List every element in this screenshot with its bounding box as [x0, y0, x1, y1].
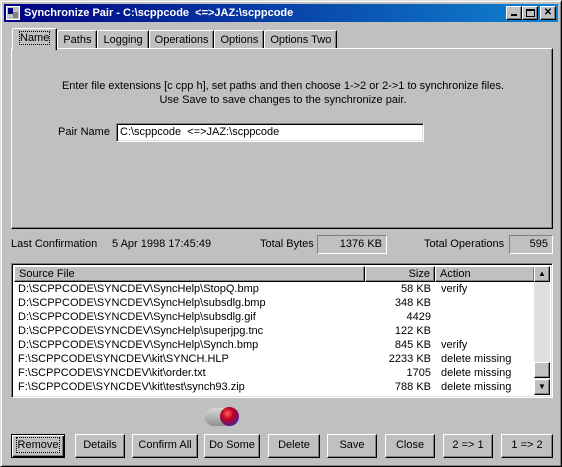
do-some-button[interactable]: Do Some	[204, 434, 260, 458]
synchronize-pair-window: Synchronize Pair - C:\scppcode <=>JAZ:\s…	[0, 0, 562, 467]
tab-name-label: Name	[18, 31, 51, 45]
tab-paths[interactable]: Paths	[57, 30, 98, 49]
row-size: 4429	[406, 311, 431, 323]
row-action: verify	[441, 283, 468, 295]
row-size: 58 KB	[401, 283, 431, 295]
row-size: 348 KB	[394, 297, 431, 309]
delete-button[interactable]: Delete	[268, 434, 320, 458]
scroll-up-button[interactable]: ▲	[534, 266, 550, 282]
last-confirmation-value: 5 Apr 1998 17:45:49	[112, 238, 212, 250]
vertical-scrollbar[interactable]: ▲ ▼	[534, 266, 550, 395]
row-source: D:\SCPPCODE\SYNCDEV\SyncHelp\superjpg.tn…	[18, 325, 264, 337]
list-header: Source File Size Action	[14, 266, 535, 282]
row-action: verify	[441, 339, 468, 351]
row-size: 2233 KB	[388, 353, 431, 365]
activity-ball-icon	[220, 407, 239, 426]
remove-button[interactable]: Remove	[11, 434, 65, 458]
list-rows: D:\SCPPCODE\SYNCDEV\SyncHelp\StopQ.bmp 58…	[14, 282, 535, 394]
tab-name[interactable]: Name	[12, 28, 58, 50]
instruction-line-2: Use Save to save changes to the synchron…	[159, 94, 407, 106]
tab-strip: Name Paths Logging Operations Options Op…	[12, 28, 338, 50]
row-size: 1705	[406, 367, 431, 379]
list-row[interactable]: D:\SCPPCODE\SYNCDEV\SyncHelp\subsdlg.bmp…	[14, 296, 535, 310]
row-source: D:\SCPPCODE\SYNCDEV\SyncHelp\Synch.bmp	[18, 339, 259, 351]
maximize-icon	[526, 9, 535, 17]
pair-name-input[interactable]: C:\scppcode <=>JAZ:\scppcode	[116, 123, 424, 142]
remove-button-label: Remove	[15, 437, 61, 453]
total-operations-value: 595	[509, 235, 553, 254]
tab-logging[interactable]: Logging	[97, 30, 149, 49]
minimize-button[interactable]	[506, 6, 522, 20]
minimize-icon	[511, 14, 517, 16]
file-list[interactable]: Source File Size Action D:\SCPPCODE\SYNC…	[11, 263, 553, 398]
total-operations-label: Total Operations	[424, 238, 505, 250]
close-button[interactable]: Close	[385, 434, 435, 458]
total-bytes-label: Total Bytes	[260, 238, 314, 250]
tab-operations[interactable]: Operations	[148, 30, 215, 49]
row-source: D:\SCPPCODE\SYNCDEV\SyncHelp\subsdlg.bmp	[18, 297, 266, 309]
title-bar[interactable]: Synchronize Pair - C:\scppcode <=>JAZ:\s…	[4, 4, 558, 22]
row-size: 122 KB	[394, 325, 431, 337]
window-title: Synchronize Pair - C:\scppcode <=>JAZ:\s…	[24, 7, 294, 19]
list-row[interactable]: F:\SCPPCODE\SYNCDEV\kit\order.txt 1705 del…	[14, 366, 535, 380]
arrow-down-icon: ▼	[538, 382, 546, 391]
list-row[interactable]: D:\SCPPCODE\SYNCDEV\SyncHelp\Synch.bmp 84…	[14, 338, 535, 352]
close-icon: ✕	[543, 7, 553, 18]
tab-options[interactable]: Options	[214, 30, 265, 49]
row-action	[435, 324, 535, 338]
list-row[interactable]: F:\SCPPCODE\SYNCDEV\kit\test\synch93.zip…	[14, 380, 535, 394]
close-window-button[interactable]: ✕	[540, 6, 556, 20]
row-source: F:\SCPPCODE\SYNCDEV\kit\test\synch93.zip	[18, 381, 245, 393]
scroll-thumb[interactable]	[534, 362, 550, 378]
row-source: D:\SCPPCODE\SYNCDEV\SyncHelp\subsdlg.gif	[18, 311, 256, 323]
column-header-action[interactable]: Action	[435, 266, 535, 282]
arrow-up-icon: ▲	[538, 269, 546, 278]
instruction-line-1: Enter file extensions [c cpp h], set pat…	[61, 80, 505, 92]
app-icon[interactable]	[6, 6, 20, 20]
name-tab-panel: Enter file extensions [c cpp h], set pat…	[11, 48, 553, 229]
sync-2-to-1-button[interactable]: 2 => 1	[443, 434, 493, 458]
pair-name-label: Pair Name	[58, 126, 110, 138]
details-button[interactable]: Details	[75, 434, 125, 458]
row-action: delete missing	[441, 367, 512, 379]
row-action: delete missing	[441, 353, 512, 365]
confirm-all-button[interactable]: Confirm All	[132, 434, 198, 458]
row-action	[435, 310, 535, 324]
save-button[interactable]: Save	[327, 434, 377, 458]
row-action: delete missing	[441, 381, 512, 393]
instructions: Enter file extensions [c cpp h], set pat…	[12, 79, 554, 107]
scroll-down-button[interactable]: ▼	[534, 379, 550, 395]
list-row[interactable]: D:\SCPPCODE\SYNCDEV\SyncHelp\subsdlg.gif…	[14, 310, 535, 324]
row-action	[435, 296, 535, 310]
sync-1-to-2-button[interactable]: 1 => 2	[501, 434, 553, 458]
total-bytes-value: 1376 KB	[317, 235, 387, 254]
list-row[interactable]: F:\SCPPCODE\SYNCDEV\kit\SYNCH.HLP 2233 KB…	[14, 352, 535, 366]
maximize-button[interactable]	[522, 6, 538, 20]
last-confirmation-label: Last Confirmation	[11, 238, 98, 250]
row-source: F:\SCPPCODE\SYNCDEV\kit\SYNCH.HLP	[18, 353, 229, 365]
row-source: F:\SCPPCODE\SYNCDEV\kit\order.txt	[18, 367, 206, 379]
row-size: 845 KB	[394, 339, 431, 351]
column-header-source[interactable]: Source File	[14, 266, 365, 282]
tab-options-two[interactable]: Options Two	[264, 30, 338, 49]
list-row[interactable]: D:\SCPPCODE\SYNCDEV\SyncHelp\superjpg.tn…	[14, 324, 535, 338]
column-header-size[interactable]: Size	[365, 266, 435, 282]
list-row[interactable]: D:\SCPPCODE\SYNCDEV\SyncHelp\StopQ.bmp 58…	[14, 282, 535, 296]
sync-animation	[205, 406, 243, 428]
row-source: D:\SCPPCODE\SYNCDEV\SyncHelp\StopQ.bmp	[18, 283, 259, 295]
row-size: 788 KB	[394, 381, 431, 393]
